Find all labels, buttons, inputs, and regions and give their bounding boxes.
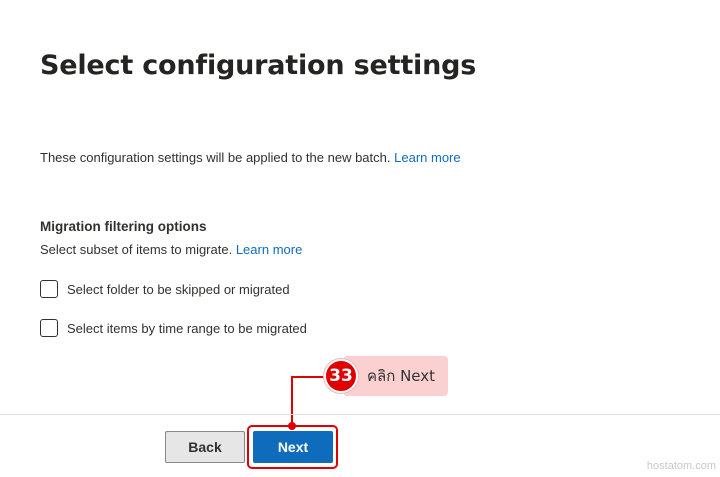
back-button[interactable]: Back [165, 431, 245, 463]
filtering-subtitle-text: Select subset of items to migrate. [40, 242, 233, 257]
folder-filter-checkbox[interactable] [40, 280, 58, 298]
filtering-heading: Migration filtering options [40, 219, 207, 234]
time-range-filter-option[interactable]: Select items by time range to be migrate… [40, 319, 307, 337]
callout-label: คลิก Next [343, 356, 448, 396]
next-button-highlight [247, 425, 338, 469]
folder-filter-label: Select folder to be skipped or migrated [67, 281, 290, 297]
learn-more-link[interactable]: Learn more [394, 150, 460, 165]
folder-filter-option[interactable]: Select folder to be skipped or migrated [40, 280, 290, 298]
time-range-filter-checkbox[interactable] [40, 319, 58, 337]
time-range-filter-label: Select items by time range to be migrate… [67, 320, 307, 336]
watermark: hostatom.com [646, 460, 716, 472]
description-text: These configuration settings will be app… [40, 150, 391, 165]
page-title: Select configuration settings [40, 50, 477, 81]
step-number-badge: 33 [324, 359, 358, 393]
footer-divider [0, 414, 720, 415]
callout-connector-vertical [291, 376, 293, 426]
filtering-learn-more-link[interactable]: Learn more [236, 242, 302, 257]
page-description: These configuration settings will be app… [40, 150, 461, 165]
filtering-subtitle: Select subset of items to migrate. Learn… [40, 242, 302, 257]
